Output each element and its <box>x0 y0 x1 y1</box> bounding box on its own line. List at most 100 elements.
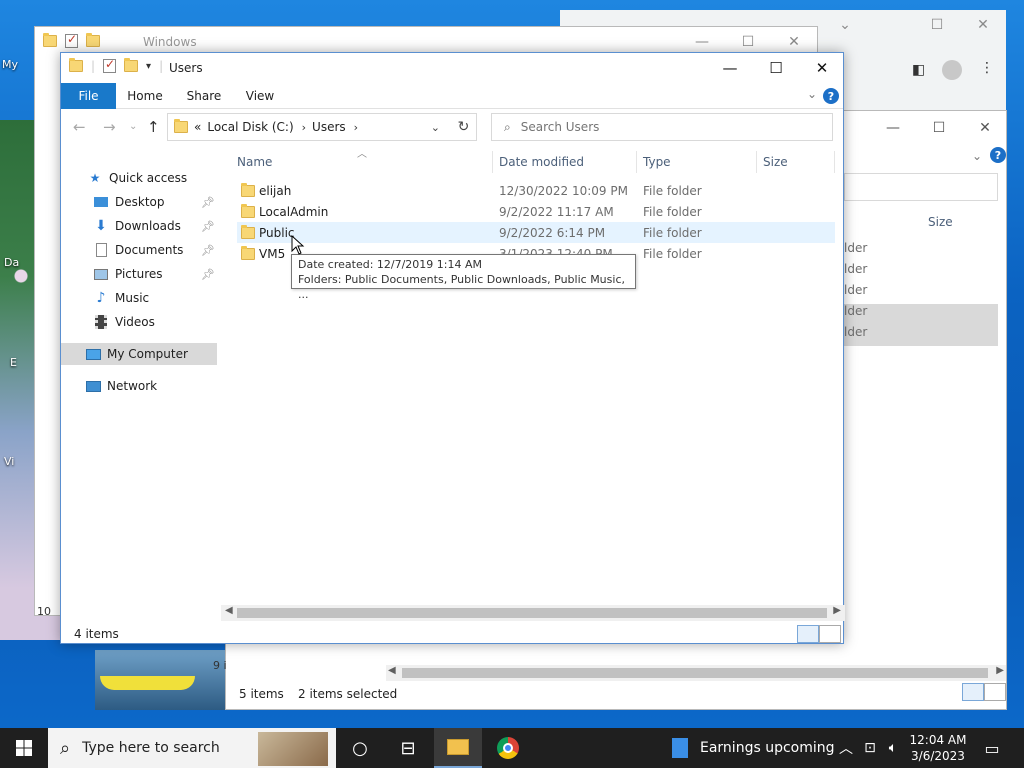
back-icon[interactable]: ← <box>73 118 86 136</box>
up-icon[interactable]: ↑ <box>147 118 160 136</box>
new-folder-icon[interactable] <box>124 58 139 72</box>
volume-icon[interactable]: 🔈︎ <box>882 728 904 768</box>
minimize-icon[interactable]: — <box>870 113 916 143</box>
refresh-icon[interactable]: ↻ <box>451 113 477 141</box>
search-box[interactable] <box>844 173 998 201</box>
nav-pictures[interactable]: Pictures 📌︎ <box>93 263 221 285</box>
breadcrumb-users[interactable]: Users <box>312 120 346 134</box>
menu-dots-icon[interactable]: ⋮ <box>980 60 994 76</box>
title-bar[interactable]: | ▾ | Users — ☐ ✕ <box>61 53 843 83</box>
list-item[interactable]: lder <box>844 262 998 283</box>
pin-icon[interactable]: 📌︎ <box>201 220 215 233</box>
desktop-icon-label[interactable]: Vi <box>4 455 14 468</box>
pin-icon[interactable]: 📌︎ <box>201 268 215 281</box>
desktop-icon-label[interactable]: E <box>10 356 17 369</box>
minimize-icon[interactable]: ⌄ <box>822 10 868 40</box>
tab-home[interactable]: Home <box>123 83 167 109</box>
close-icon[interactable]: ✕ <box>960 10 1006 40</box>
ribbon-expand-icon[interactable]: ⌄ <box>807 87 817 101</box>
nav-videos[interactable]: Videos <box>93 311 155 333</box>
scrollbar-thumb[interactable] <box>237 608 827 618</box>
column-name[interactable]: Name <box>237 155 272 169</box>
properties-icon[interactable] <box>65 32 78 48</box>
close-icon[interactable]: ✕ <box>799 53 845 83</box>
scrollbar-thumb[interactable] <box>402 668 988 678</box>
help-icon[interactable]: ? <box>990 147 1006 163</box>
details-view-icon[interactable] <box>962 683 984 701</box>
network-tray-icon[interactable]: ⊡ <box>858 728 882 768</box>
desktop-icon <box>93 195 109 209</box>
scroll-left-icon[interactable]: ◀ <box>225 605 233 616</box>
ribbon-expand-icon[interactable]: ⌄ <box>972 149 982 163</box>
profile-avatar-icon[interactable] <box>942 60 962 80</box>
chrome-taskbar-icon[interactable] <box>484 728 532 768</box>
breadcrumb-local-disk[interactable]: Local Disk (C:) <box>207 120 293 134</box>
column-date-modified[interactable]: Date modified <box>499 155 584 169</box>
maximize-icon[interactable]: ☐ <box>916 113 962 143</box>
close-icon[interactable]: ✕ <box>962 113 1008 143</box>
properties-icon[interactable] <box>103 57 117 73</box>
status-fragment: 9 i <box>213 659 227 672</box>
help-icon[interactable]: ? <box>823 88 839 104</box>
tab-file[interactable]: File <box>61 83 116 109</box>
recent-locations-icon[interactable]: ⌄ <box>129 121 137 132</box>
search-box[interactable]: ⌕ <box>491 113 833 141</box>
news-widget[interactable]: Earnings upcoming <box>672 728 835 768</box>
nav-network[interactable]: Network <box>85 375 157 397</box>
maximize-icon[interactable]: ☐ <box>753 53 799 83</box>
forward-icon[interactable]: → <box>103 118 116 136</box>
large-icons-view-icon[interactable] <box>819 625 841 643</box>
list-item[interactable]: lder <box>844 283 998 304</box>
nav-desktop[interactable]: Desktop 📌︎ <box>93 191 221 213</box>
nav-downloads[interactable]: ⬇ Downloads 📌︎ <box>93 215 221 237</box>
column-type[interactable]: Type <box>643 155 671 169</box>
address-bar[interactable]: « Local Disk (C:) › Users › ⌄ <box>167 113 477 141</box>
chevron-up-icon[interactable]: ︿ <box>836 728 856 768</box>
task-view-icon[interactable]: ⊟ <box>384 728 432 768</box>
minimize-icon[interactable]: — <box>707 53 753 83</box>
horizontal-scrollbar[interactable]: ◀ ▶ <box>386 665 1006 681</box>
address-dropdown-icon[interactable]: ⌄ <box>431 121 440 134</box>
scroll-right-icon[interactable]: ▶ <box>833 605 841 616</box>
large-icons-view-icon[interactable] <box>984 683 1006 701</box>
tab-view[interactable]: View <box>239 83 281 109</box>
tab-share[interactable]: Share <box>179 83 229 109</box>
explorer-window[interactable]: | ▾ | Users — ☐ ✕ File Home Share View ⌄… <box>60 52 845 644</box>
table-row[interactable]: elijah 12/30/2022 10:09 PM File folder <box>237 180 835 201</box>
new-folder-icon[interactable] <box>86 33 100 47</box>
scroll-right-icon[interactable]: ▶ <box>996 665 1004 676</box>
list-item[interactable]: lder <box>844 241 998 262</box>
column-size[interactable]: Size <box>928 215 953 229</box>
notifications-icon[interactable]: ▭ <box>968 728 1016 768</box>
nav-quick-access[interactable]: ★ Quick access <box>87 167 188 189</box>
table-row[interactable]: Public 9/2/2022 6:14 PM File folder <box>237 222 835 243</box>
pin-icon[interactable]: 📌︎ <box>201 196 215 209</box>
details-view-icon[interactable] <box>797 625 819 643</box>
chevron-right-icon[interactable]: › <box>354 121 358 134</box>
maximize-icon[interactable]: ☐ <box>914 10 960 40</box>
desktop-icon-label[interactable]: Da <box>4 256 19 269</box>
search-input[interactable] <box>520 120 801 134</box>
search-icon: ⌕ <box>60 737 71 759</box>
column-size[interactable]: Size <box>763 155 788 169</box>
start-button[interactable] <box>0 728 48 768</box>
desktop-icon-label[interactable]: My <box>2 58 18 71</box>
table-row[interactable]: LocalAdmin 9/2/2022 11:17 AM File folder <box>237 201 835 222</box>
taskbar-clock[interactable]: 12:04 AM 3/6/2023 <box>906 732 970 764</box>
scroll-left-icon[interactable]: ◀ <box>388 665 396 676</box>
nav-my-computer[interactable]: My Computer <box>61 343 217 365</box>
chevron-right-icon[interactable]: › <box>302 121 306 134</box>
file-explorer-taskbar-icon[interactable] <box>434 728 482 768</box>
search-highlight-image[interactable] <box>258 732 328 766</box>
list-item[interactable]: lder <box>844 304 998 325</box>
nav-documents[interactable]: Documents 📌︎ <box>93 239 221 261</box>
pin-icon[interactable]: 📌︎ <box>201 244 215 257</box>
cortana-icon[interactable]: ○ <box>336 728 384 768</box>
horizontal-scrollbar[interactable]: ◀ ▶ <box>221 605 845 621</box>
list-item[interactable]: lder <box>844 325 998 346</box>
taskbar-search[interactable]: ⌕ Type here to search <box>48 728 336 768</box>
address-overflow[interactable]: « <box>194 120 201 134</box>
customize-toolbar-icon[interactable]: ▾ <box>146 61 151 72</box>
side-panel-icon[interactable]: ◧ <box>912 62 925 78</box>
nav-music[interactable]: ♪ Music <box>93 287 150 309</box>
